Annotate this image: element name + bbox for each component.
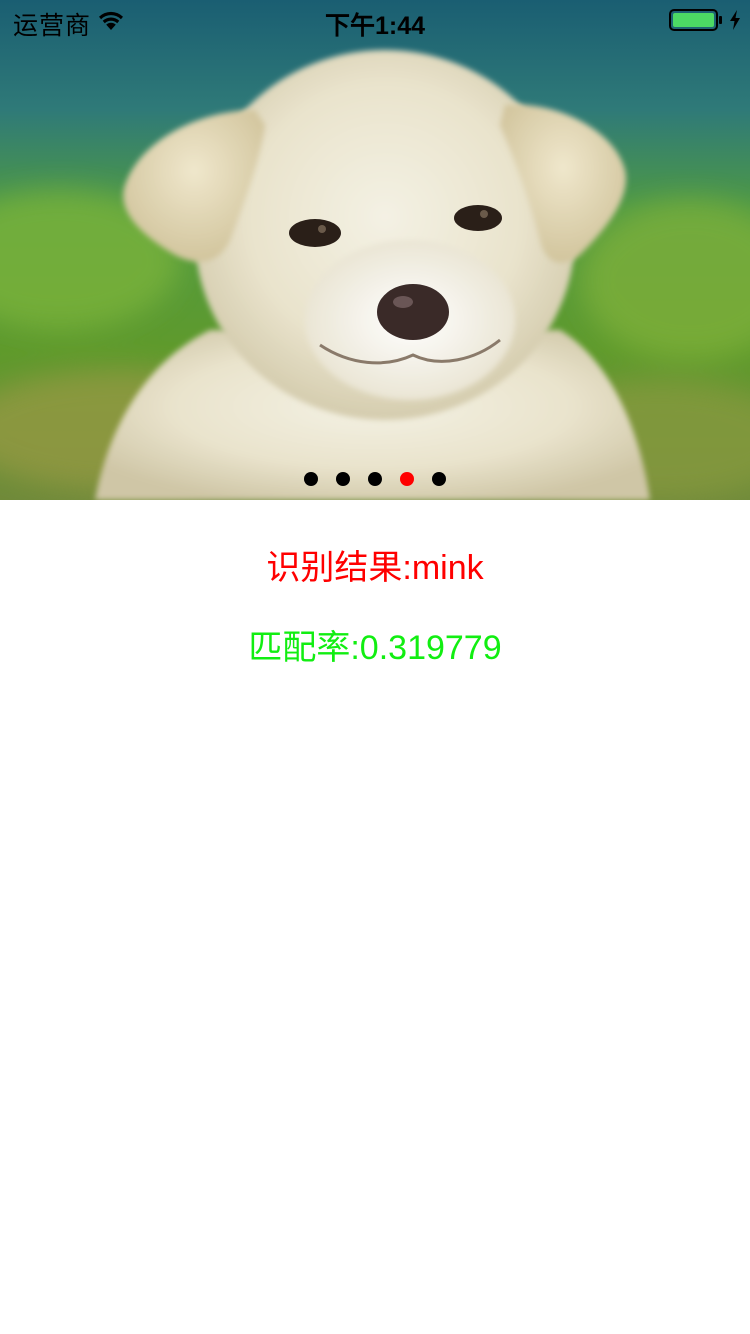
recognition-result: 识别结果:mink (266, 549, 484, 587)
clock: 下午1:44 (324, 12, 426, 40)
match-rate: 匹配率:0.319779 (248, 629, 502, 667)
page-dot-4-active[interactable] (400, 472, 414, 486)
status-bar: 运营商 下午1:44 (0, 0, 750, 40)
page-dot-2[interactable] (336, 472, 350, 486)
page-dot-5[interactable] (432, 472, 446, 486)
page-dot-3[interactable] (368, 472, 382, 486)
page-dot-1[interactable] (304, 472, 318, 486)
page-indicator[interactable] (0, 472, 750, 488)
screen: 运营商 下午1:44 识别结果:mink 匹配率:0.319779 (0, 0, 750, 1334)
charging-bolt-icon (730, 10, 740, 30)
image-carousel[interactable] (0, 0, 750, 500)
battery-icon (669, 9, 722, 31)
puppy-photo (0, 0, 750, 500)
